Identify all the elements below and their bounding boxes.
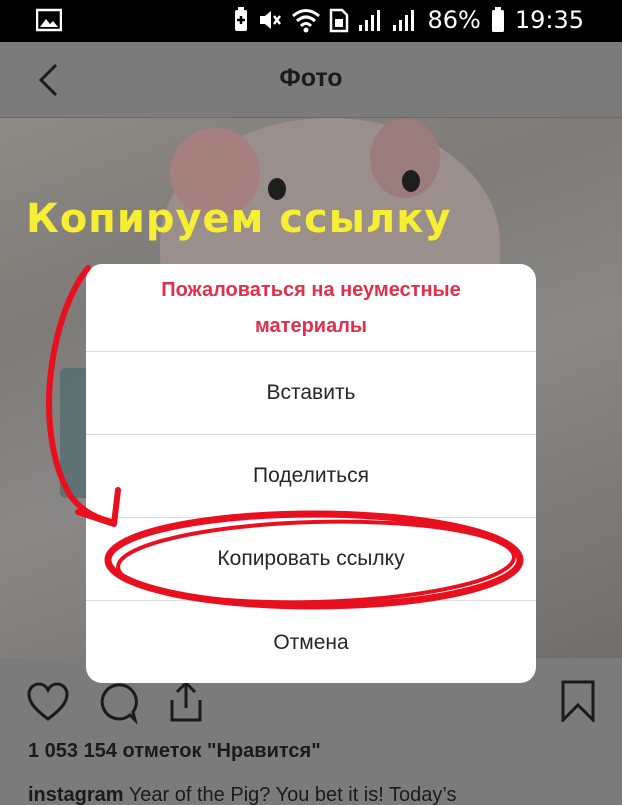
clock: 19:35 — [514, 6, 584, 34]
share-button[interactable]: Поделиться — [86, 435, 536, 518]
battery-level: 86% — [427, 6, 481, 34]
paste-button[interactable]: Вставить — [86, 352, 536, 435]
signal-icon — [359, 10, 381, 31]
wifi-icon — [292, 9, 321, 33]
sim-icon — [330, 8, 349, 33]
status-bar: 86% 19:35 — [0, 0, 622, 42]
copy-link-button[interactable]: Копировать ссылку — [86, 518, 536, 601]
signal-icon — [393, 10, 415, 31]
caption-username[interactable]: instagram — [28, 784, 124, 805]
report-button[interactable]: Пожаловаться на неуместные материалы — [86, 264, 536, 352]
heart-icon[interactable] — [26, 682, 70, 727]
status-right: 86% 19:35 — [233, 6, 584, 34]
options-dialog: Пожаловаться на неуместные материалы Вст… — [86, 264, 536, 683]
post-caption: instagram Year of the Pig? You bet it is… — [28, 784, 456, 805]
image-icon — [35, 8, 63, 37]
battery-saver-icon — [235, 7, 248, 31]
app-bar: Фото — [0, 42, 622, 118]
cancel-button[interactable]: Отмена — [86, 601, 536, 683]
bookmark-icon[interactable] — [560, 680, 596, 727]
annotation-title: Копируем ссылку — [26, 196, 452, 242]
battery-icon — [491, 7, 504, 32]
pig-eye — [402, 170, 420, 192]
comment-icon[interactable] — [96, 682, 138, 729]
share-icon[interactable] — [166, 680, 206, 729]
likes-count[interactable]: 1 053 154 отметок "Нравится" — [28, 740, 321, 763]
page-title: Фото — [279, 64, 343, 92]
caption-text: Year of the Pig? You bet it is! Today’s — [128, 784, 457, 805]
mute-icon — [260, 11, 282, 29]
